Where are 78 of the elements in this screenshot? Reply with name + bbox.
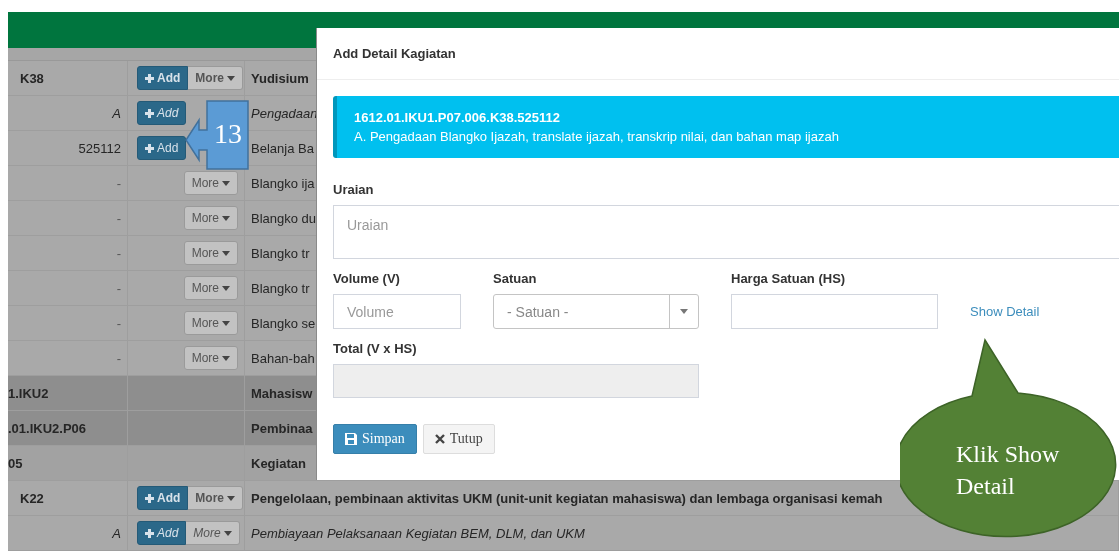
bubble-text: Klik Show Detail (956, 440, 1061, 501)
callout-arrow-drawing (185, 100, 249, 170)
code-cell: - (116, 315, 121, 331)
description-cell: Pengadaan (251, 105, 318, 121)
activity-description: A. Pengadaan Blangko Ijazah, translate ijazah, transkrip nilai, dan bahan map ijazah (354, 128, 840, 146)
caret-icon (222, 215, 230, 221)
description-cell: Mahasisw (251, 385, 313, 401)
plus-icon (145, 73, 154, 83)
description-cell: Belanja Ba (251, 140, 314, 156)
code-cell: - (116, 210, 121, 226)
code-cell: 1.IKU2 (8, 385, 49, 401)
add-button[interactable]: Add (137, 521, 187, 545)
close-button[interactable]: Tutup (422, 424, 495, 454)
plus-icon (145, 143, 154, 153)
code-cell: - (116, 175, 121, 191)
add-button[interactable]: Add (137, 66, 189, 90)
more-button[interactable]: More (183, 346, 238, 370)
code-cell: 525112 (78, 140, 121, 156)
more-button[interactable]: More (186, 521, 240, 545)
total-field[interactable] (333, 364, 699, 398)
plus-icon (145, 493, 154, 503)
caret-icon (680, 309, 688, 314)
caret-icon (222, 320, 230, 326)
field-label: Volume (V) (333, 271, 401, 286)
floppy-icon (345, 433, 357, 445)
description-cell: Blangko ija (251, 175, 315, 191)
input-field[interactable]: Volume (333, 294, 461, 329)
more-button[interactable]: More (183, 241, 238, 265)
caret-icon (222, 355, 230, 361)
input-field[interactable] (731, 294, 938, 329)
code-cell: A (112, 525, 121, 541)
add-button[interactable]: Add (137, 136, 187, 160)
code-cell: .01.IKU2.P06 (8, 420, 87, 436)
caret-icon (222, 180, 230, 186)
plus-icon (145, 108, 154, 118)
add-button[interactable]: Add (137, 101, 187, 125)
code-cell: - (116, 280, 121, 296)
field-label: Total (V x HS) (333, 341, 418, 356)
field-label: Satuan (493, 271, 538, 286)
description-cell: Blangko du (251, 210, 317, 226)
field-label: Uraian (333, 182, 375, 197)
code-cell: K38 (20, 70, 44, 86)
more-button[interactable]: More (183, 206, 238, 230)
field-label: Harga Satuan (HS) (731, 271, 847, 286)
description-cell: Pembiayaan Pelaksanaan Kegiatan BEM, DLM, dan UKM (251, 525, 585, 541)
add-button[interactable]: Add (137, 486, 189, 510)
code-cell: A (112, 105, 121, 121)
close-icon (434, 434, 445, 444)
description-cell: Pengelolaan, pembinaan aktivitas UKM (unit-unit kegiatan mahasiswa) dan lembaga organisasi kemah (251, 490, 883, 506)
satuan-select[interactable]: - Satuan - (493, 294, 699, 329)
description-cell: Kegiatan (251, 455, 306, 471)
description-cell: Blangko tr (251, 245, 310, 261)
description-cell: Yudisium (251, 70, 309, 86)
step-number: 13 (213, 117, 243, 151)
caret-icon (227, 75, 235, 81)
caret-icon (227, 495, 235, 501)
more-button[interactable]: More (183, 171, 238, 195)
plus-icon (145, 528, 154, 538)
caret-icon (222, 285, 230, 291)
code-cell: - (116, 350, 121, 366)
caret-icon (223, 530, 232, 536)
more-button[interactable]: More (188, 486, 243, 510)
caret-icon (222, 250, 230, 256)
more-button[interactable]: More (183, 311, 238, 335)
description-cell: Pembinaa (251, 420, 313, 436)
description-cell: Blangko se (251, 315, 316, 331)
show-detail-link[interactable]: Show Detail (970, 304, 1119, 319)
description-cell: Blangko tr (251, 280, 310, 296)
modal-title: Add Detail Kagiatan (333, 46, 456, 61)
code-cell: - (116, 245, 121, 261)
code-cell: K22 (20, 490, 44, 506)
uraian-field[interactable]: Uraian (333, 205, 1119, 259)
code-cell: 05 (8, 455, 23, 471)
save-button[interactable]: Simpan (333, 424, 417, 454)
more-button[interactable]: More (188, 66, 243, 90)
activity-code: 1612.01.IKU1.P07.006.K38.525112 (354, 109, 561, 127)
more-button[interactable]: More (183, 276, 238, 300)
description-cell: Bahan-bah (251, 350, 315, 366)
